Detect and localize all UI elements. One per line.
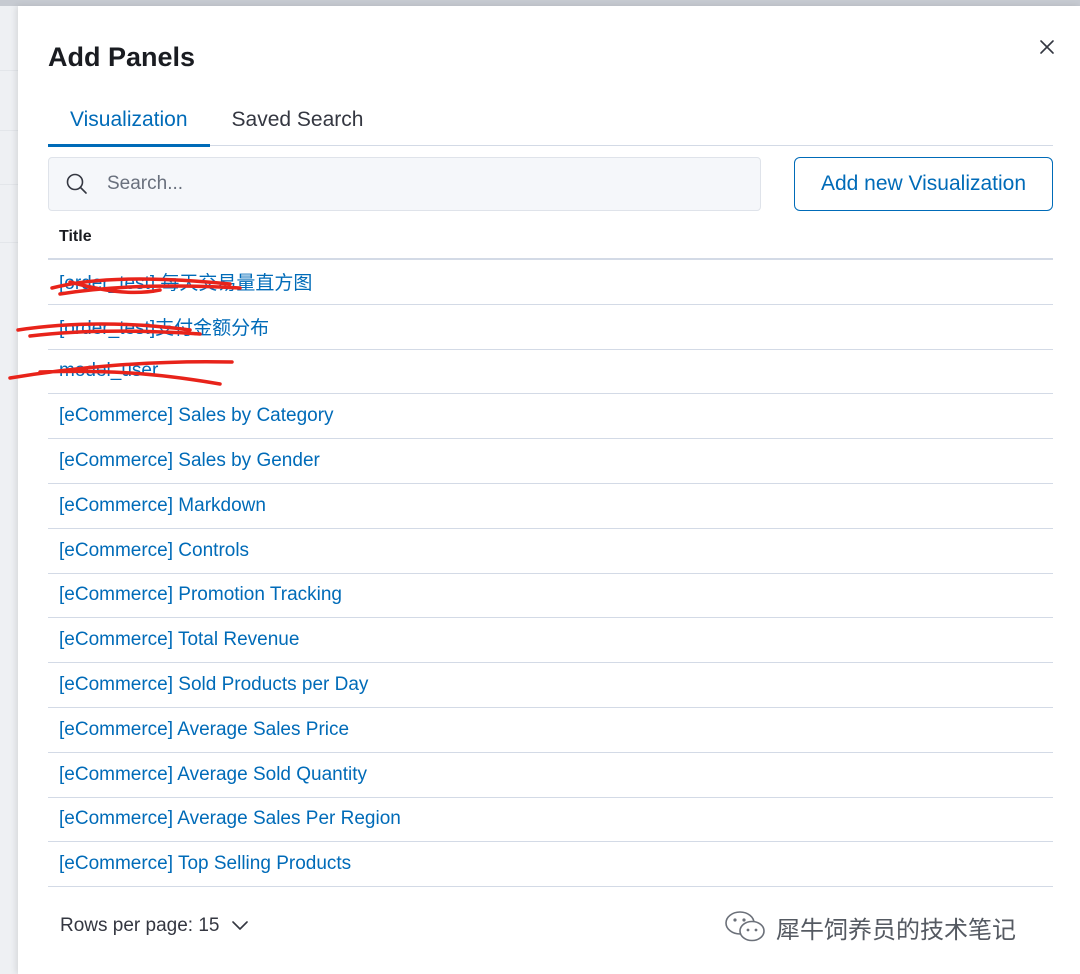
list-item-link[interactable]: [order_test] 每天交易量直方图 xyxy=(59,268,312,295)
table-row: [eCommerce] Sales by Category xyxy=(48,394,1053,440)
table-row: [eCommerce] Sold Products per Day xyxy=(48,663,1053,708)
list-item-link[interactable]: [eCommerce] Average Sales Price xyxy=(59,719,349,741)
list-item-link[interactable]: [order_test]支付金额分布 xyxy=(59,313,269,340)
list-item-link[interactable]: [eCommerce] Average Sales Per Region xyxy=(59,808,401,830)
table-row: [eCommerce] Average Sales Per Region xyxy=(48,798,1053,843)
background-divider xyxy=(0,184,18,185)
tab-visualization[interactable]: Visualization xyxy=(48,94,210,147)
search-icon xyxy=(49,172,105,196)
list-item-link[interactable]: [eCommerce] Top Selling Products xyxy=(59,853,351,875)
add-new-visualization-button[interactable]: Add new Visualization xyxy=(794,157,1053,211)
search-box xyxy=(48,157,761,211)
table-row: [order_test]支付金额分布 xyxy=(48,305,1053,350)
column-header-title[interactable]: Title xyxy=(48,216,1053,260)
column-header-label: Title xyxy=(59,228,92,245)
add-panels-flyout: Add Panels Visualization Saved Search Ad… xyxy=(8,6,1080,974)
table-row: [eCommerce] Total Revenue xyxy=(48,618,1053,664)
list-item-link[interactable]: [eCommerce] Sales by Gender xyxy=(59,450,320,472)
background-divider xyxy=(0,130,18,131)
close-button[interactable] xyxy=(1036,36,1058,58)
watermark: 犀牛饲养员的技术笔记 xyxy=(724,906,1016,948)
table-row: [eCommerce] Average Sold Quantity xyxy=(48,753,1053,798)
search-input[interactable] xyxy=(105,172,725,196)
table-row: [eCommerce] Top Selling Products xyxy=(48,842,1053,888)
table-row: [eCommerce] Promotion Tracking xyxy=(48,574,1053,619)
table-row: [eCommerce] Average Sales Price xyxy=(48,708,1053,753)
list-item-link[interactable]: [eCommerce] Average Sold Quantity xyxy=(59,764,367,786)
table-row: [eCommerce] Controls xyxy=(48,529,1053,574)
list-item-link[interactable]: [eCommerce] Sales by Category xyxy=(59,405,334,427)
table-row: [order_test] 每天交易量直方图 xyxy=(48,260,1053,305)
table-row: model_user xyxy=(48,350,1053,395)
chevron-down-icon xyxy=(231,921,248,931)
list-item-link[interactable]: model_user xyxy=(59,360,158,382)
list-item-link[interactable]: [eCommerce] Sold Products per Day xyxy=(59,674,368,696)
close-icon xyxy=(1040,40,1054,54)
tab-bar: Visualization Saved Search xyxy=(48,94,1053,147)
flyout-title: Add Panels xyxy=(48,42,196,72)
table-row: [eCommerce] Sales by Gender xyxy=(48,439,1053,484)
wechat-icon xyxy=(725,911,765,942)
list-item-link[interactable]: [eCommerce] Promotion Tracking xyxy=(59,584,342,606)
list-item-link[interactable]: [eCommerce] Markdown xyxy=(59,495,266,517)
rows-per-page-selector[interactable]: Rows per page: 15 xyxy=(60,906,248,946)
list-item-link[interactable]: [eCommerce] Controls xyxy=(59,540,249,562)
tab-saved-search[interactable]: Saved Search xyxy=(210,94,386,146)
rows-per-page-label: Rows per page: 15 xyxy=(60,915,220,936)
visualization-list: [order_test] 每天交易量直方图 [order_test]支付金额分布… xyxy=(48,260,1053,888)
watermark-text: 犀牛饲养员的技术笔记 xyxy=(776,915,1016,944)
table-row: [eCommerce] Markdown xyxy=(48,484,1053,529)
list-item-link[interactable]: [eCommerce] Total Revenue xyxy=(59,629,299,651)
background-dashboard xyxy=(0,6,18,974)
background-divider xyxy=(0,70,18,71)
background-divider xyxy=(0,242,18,243)
